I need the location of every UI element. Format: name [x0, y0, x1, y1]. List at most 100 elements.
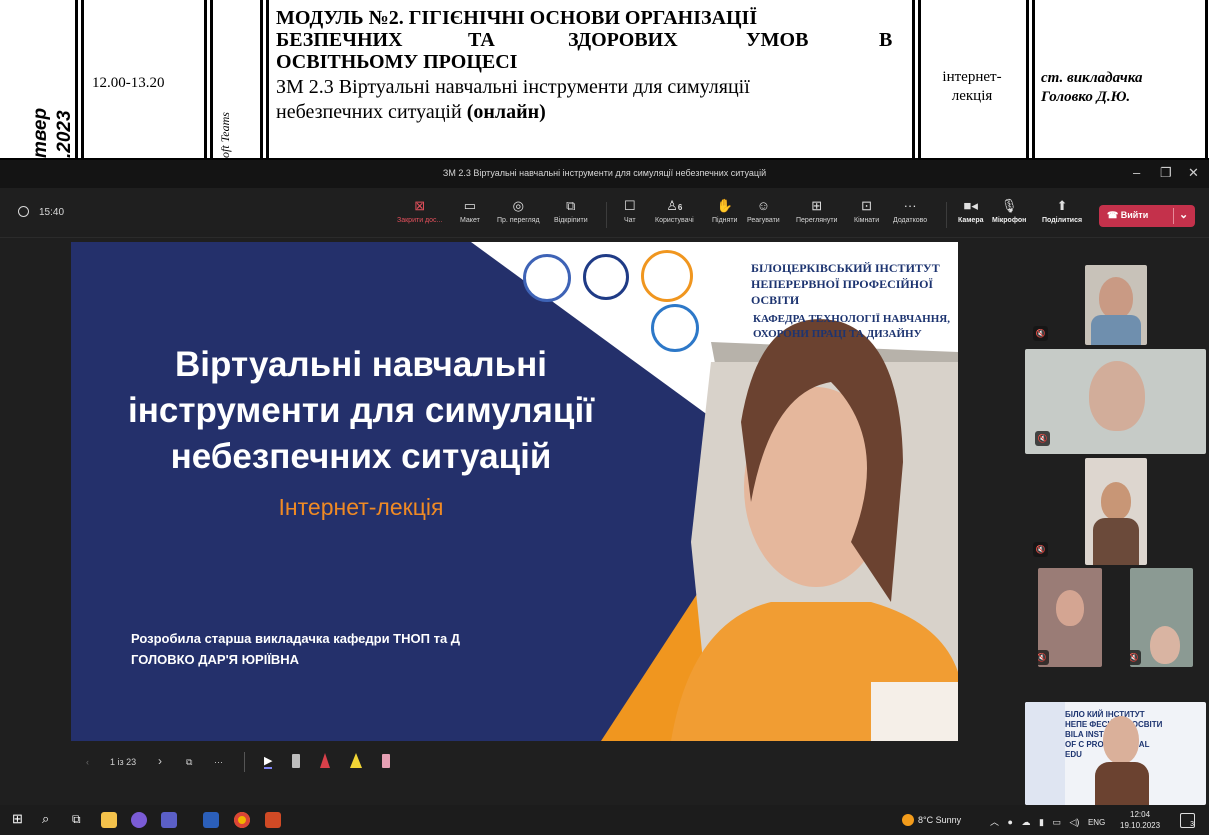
highlighter-icon[interactable] — [350, 753, 362, 768]
word-icon[interactable] — [203, 812, 219, 828]
task-view-icon[interactable]: ⧉ — [72, 812, 88, 828]
participant-video — [1150, 626, 1180, 664]
previous-slide-button[interactable]: ‹ — [86, 757, 89, 767]
participant-video — [1101, 482, 1131, 520]
window-title: ЗМ 2.3 Віртуальні навчальні інструменти … — [442, 168, 767, 178]
usb-icon[interactable]: ▮ — [1039, 817, 1044, 827]
table-border — [1205, 0, 1208, 160]
minimize-button[interactable]: – — [1133, 165, 1140, 180]
network-icon[interactable]: ▭ — [1052, 817, 1061, 827]
self-view-thumbnail[interactable]: БІЛО КИЙ ІНСТИТУТ НЕПЕ ФЕСІЙНОЇ ОСВІТИ B… — [1025, 702, 1206, 805]
table-border — [204, 0, 207, 160]
share-button[interactable]: ⬆ Поділитися — [1042, 198, 1082, 224]
restore-button[interactable]: ❐ — [1160, 165, 1172, 181]
windows-taskbar: ⊞ ⌕ ⧉ 8°C Sunny ︿ ● ☁ ▮ ▭ ◁) ENG 12:04 1… — [0, 805, 1209, 835]
leave-divider — [1173, 208, 1174, 224]
language-indicator[interactable]: ENG — [1088, 818, 1105, 827]
muted-mic-icon: 🔇 — [1033, 542, 1048, 557]
participant-tile[interactable]: 🔇 — [1025, 349, 1206, 454]
department-line: КАФЕДРА ТЕХНОЛОГІЇ НАВЧАННЯ, — [753, 313, 950, 325]
react-button[interactable]: ☺ Реагувати — [747, 198, 780, 224]
module-cell: МОДУЛЬ №2. ГІГІЄНІЧНІ ОСНОВИ ОРГАНІЗАЦІЇ… — [276, 7, 906, 125]
teams-icon[interactable] — [161, 812, 177, 828]
preview-label: Пр. перегляд — [497, 217, 540, 224]
people-count: 6 — [677, 203, 683, 212]
pointer-tool-icon[interactable]: ▶ — [264, 754, 273, 769]
tray-app-icon[interactable]: ● — [1008, 817, 1013, 827]
start-icon[interactable]: ⊞ — [12, 811, 28, 827]
people-button[interactable]: ♙6 Користувачі — [655, 198, 694, 224]
platform-cell: oft Teams — [218, 112, 232, 158]
department-name: КАФЕДРА ТЕХНОЛОГІЇ НАВЧАННЯ, ОХОРОНИ ПРА… — [753, 312, 950, 342]
grid-icon: ⊞ — [811, 198, 823, 213]
slides-grid-icon[interactable]: ⧉ — [186, 757, 192, 768]
close-button[interactable]: ✕ — [1188, 165, 1199, 181]
table-border — [81, 0, 84, 160]
clock-date: 19.10.2023 — [1120, 821, 1161, 830]
eraser-icon[interactable] — [382, 754, 390, 768]
search-icon[interactable]: ⌕ — [42, 811, 58, 827]
volume-icon[interactable]: ◁) — [1070, 817, 1080, 827]
logo-3-icon — [641, 250, 693, 302]
layout-label: Макет — [460, 217, 480, 224]
schedule-table: твер .2023 12.00-13.20 oft Teams МОДУЛЬ … — [0, 0, 1209, 160]
chevron-down-icon[interactable]: ⌄ — [1179, 208, 1188, 221]
leave-button[interactable]: ☎ Вийти ⌄ — [1099, 205, 1195, 227]
stop-sharing-button[interactable]: ⊠ Закрити дос... — [397, 198, 442, 224]
topic-text: небезпечних ситуацій — [276, 101, 467, 123]
department-line: ОХОРОНИ ПРАЦІ ТА ДИЗАЙНУ — [753, 328, 922, 340]
viber-icon[interactable] — [131, 812, 147, 828]
module-word: ЗДОРОВИХ — [568, 29, 678, 51]
presenter-video — [1103, 716, 1139, 764]
chat-button[interactable]: ☐ Чат — [624, 198, 636, 224]
unpin-label: Відкріпити — [554, 217, 588, 224]
participant-tile[interactable]: 🔇 — [1130, 568, 1193, 667]
participant-tile[interactable] — [1085, 458, 1147, 565]
module-title-line-justified: БЕЗПЕЧНИХ ТА ЗДОРОВИХ УМОВ В — [276, 29, 906, 51]
weather-widget[interactable]: 8°C Sunny — [918, 815, 961, 825]
microphone-button[interactable]: 🎙 Мікрофон — [992, 198, 1026, 224]
more-button[interactable]: ··· Додатково — [893, 198, 927, 224]
table-border — [210, 0, 213, 160]
chrome-icon[interactable] — [234, 812, 250, 828]
view-button[interactable]: ⊞ Переглянути — [796, 198, 837, 224]
notification-count: 3 — [1190, 821, 1194, 828]
pen-tool-icon[interactable] — [292, 754, 300, 768]
powerpoint-icon[interactable] — [265, 812, 281, 828]
more-options-icon[interactable]: ··· — [214, 757, 223, 767]
participant-video — [1089, 361, 1145, 431]
rooms-icon: ⊡ — [861, 198, 873, 213]
next-slide-button[interactable]: › — [158, 754, 162, 768]
muted-mic-icon: 🔇 — [1130, 650, 1141, 665]
muted-mic-icon: 🔇 — [1038, 650, 1049, 665]
participant-tile[interactable]: 🔇 — [1038, 568, 1102, 667]
people-icon: ♙6 — [666, 198, 683, 213]
system-tray: ︿ ● ☁ ▮ ▭ ◁) ENG — [990, 815, 1105, 828]
time-cell: 12.00-13.20 — [92, 75, 165, 91]
table-border — [75, 0, 78, 160]
participant-tile[interactable] — [1085, 265, 1147, 345]
camera-button[interactable]: ■◂ Камера — [958, 198, 984, 224]
microphone-label: Мікрофон — [992, 217, 1027, 224]
layout-icon: ▭ — [463, 198, 477, 213]
preview-button[interactable]: ◎ Пр. перегляд — [497, 198, 540, 224]
module-word: ТА — [468, 29, 495, 51]
file-explorer-icon[interactable] — [101, 812, 117, 828]
unpin-button[interactable]: ⧉ Відкріпити — [554, 198, 588, 224]
react-label: Реагувати — [747, 217, 780, 224]
module-word: В — [879, 29, 893, 51]
marker-red-icon[interactable] — [320, 753, 330, 768]
more-icon: ··· — [903, 198, 917, 213]
table-border — [912, 0, 915, 160]
raise-hand-button[interactable]: ✋ Підняти — [712, 198, 737, 224]
notifications-icon[interactable]: 3 — [1180, 813, 1195, 828]
slide-subtitle: Інтернет-лекція — [278, 494, 444, 520]
cloud-icon[interactable]: ☁ — [1021, 817, 1030, 827]
rooms-button[interactable]: ⊡ Кімнати — [854, 198, 879, 224]
layout-button[interactable]: ▭ Макет — [460, 198, 480, 224]
tray-chevron-icon[interactable]: ︿ — [990, 817, 999, 827]
toolbar-divider — [606, 202, 607, 228]
participant-body — [1091, 315, 1141, 345]
logo-1-icon — [523, 254, 571, 302]
system-clock[interactable]: 12:04 19.10.2023 — [1120, 809, 1160, 831]
